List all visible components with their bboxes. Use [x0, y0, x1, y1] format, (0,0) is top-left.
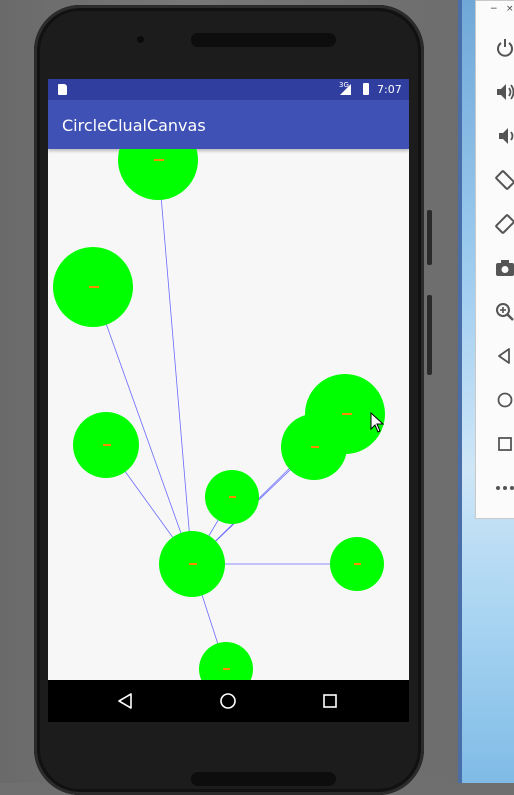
rotate-left-icon[interactable]	[494, 169, 514, 191]
rotate-right-icon[interactable]	[494, 213, 514, 235]
circle-node	[118, 149, 198, 200]
top-speaker	[191, 33, 336, 47]
power-key[interactable]	[427, 295, 432, 375]
back-icon[interactable]	[116, 691, 136, 711]
camera-icon[interactable]	[494, 257, 514, 279]
minimize-button[interactable]: −	[490, 4, 498, 14]
status-bar: 3G 7:07	[48, 79, 409, 100]
volume-up-icon[interactable]	[494, 81, 514, 103]
node-marker	[229, 496, 236, 498]
node-marker	[189, 563, 197, 565]
node-marker	[154, 159, 164, 161]
node-marker	[342, 413, 352, 415]
sd-card-icon	[58, 84, 67, 95]
volume-key[interactable]	[427, 210, 432, 265]
navigation-bar	[48, 680, 409, 722]
node-marker	[311, 446, 319, 448]
battery-icon	[363, 83, 369, 95]
home-icon[interactable]	[218, 691, 238, 711]
recents-icon[interactable]	[320, 691, 340, 711]
emulator-window-controls: − ×	[476, 1, 514, 23]
node-marker	[354, 563, 361, 565]
circle-group	[53, 149, 385, 680]
circle-node	[199, 642, 253, 680]
front-camera	[137, 36, 144, 43]
node-marker	[223, 668, 230, 670]
status-time: 7:07	[377, 83, 402, 96]
edge	[157, 159, 193, 565]
bottom-speaker	[191, 772, 336, 786]
node-marker	[103, 444, 111, 446]
emulator-toolbar: − ×	[475, 0, 514, 519]
signal-icon	[340, 84, 351, 95]
zoom-icon[interactable]	[494, 301, 514, 323]
app-title: CircleClualCanvas	[62, 116, 206, 135]
emulator-back-icon[interactable]	[494, 345, 514, 367]
volume-down-icon[interactable]	[494, 125, 514, 147]
app-bar: CircleClualCanvas	[48, 100, 409, 149]
phone-screen: 3G 7:07 CircleClualCanvas	[48, 79, 409, 722]
more-icon[interactable]	[494, 477, 514, 499]
close-button[interactable]: ×	[506, 4, 514, 14]
circle-canvas[interactable]	[48, 149, 409, 680]
power-icon[interactable]	[494, 37, 514, 59]
mouse-cursor-icon	[370, 412, 385, 433]
node-marker	[89, 286, 99, 288]
overview-icon[interactable]	[494, 433, 514, 455]
emulator-home-icon[interactable]	[494, 389, 514, 411]
